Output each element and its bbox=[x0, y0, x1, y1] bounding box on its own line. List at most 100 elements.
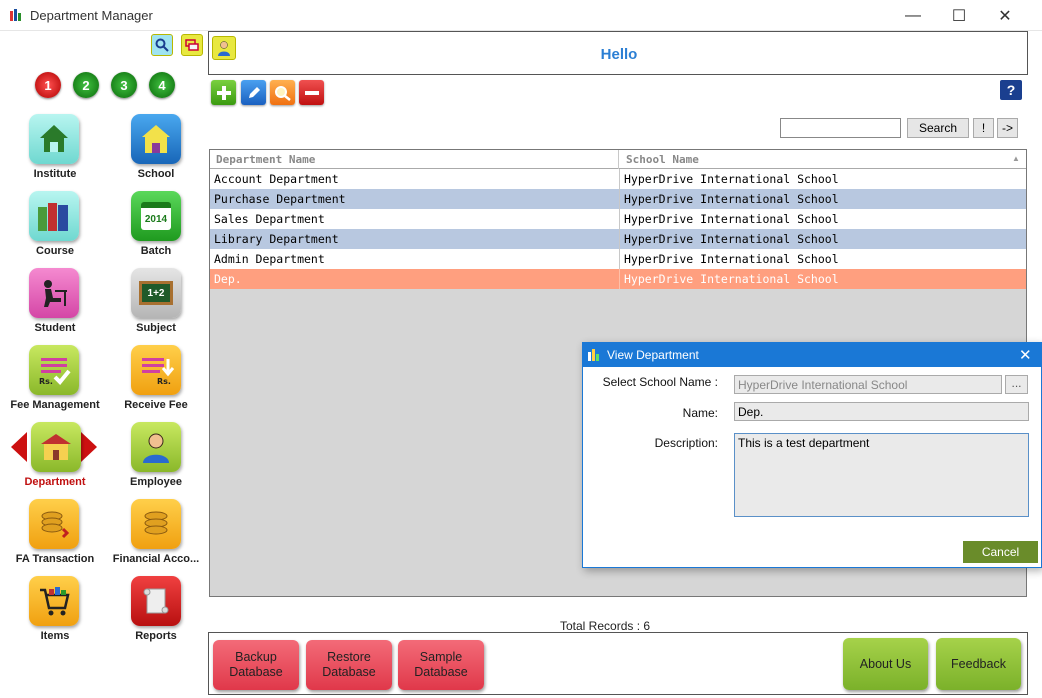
table-row[interactable]: Sales Department HyperDrive Internationa… bbox=[210, 209, 1026, 229]
cell-school: HyperDrive International School bbox=[624, 192, 839, 206]
close-button[interactable]: ✕ bbox=[982, 0, 1028, 31]
total-records: Total Records : 6 bbox=[560, 619, 651, 633]
cell-department: Admin Department bbox=[214, 252, 325, 266]
calendar-icon: 2014 bbox=[141, 202, 171, 230]
table-row[interactable]: Account Department HyperDrive Internatio… bbox=[210, 169, 1026, 189]
dialog-app-icon bbox=[588, 349, 602, 361]
step-4-button[interactable]: 4 bbox=[149, 72, 175, 98]
next-arrow-icon[interactable] bbox=[81, 432, 97, 462]
cancel-button[interactable]: Cancel bbox=[963, 541, 1038, 563]
books-icon bbox=[38, 203, 68, 231]
view-button[interactable] bbox=[270, 80, 295, 105]
subject-tile[interactable]: 1+2 bbox=[131, 268, 181, 318]
institute-label: Institute bbox=[33, 168, 77, 180]
dialog-close-button[interactable]: ✕ bbox=[1019, 346, 1032, 364]
fee-management-tile[interactable]: Rs. bbox=[29, 345, 79, 395]
edit-button[interactable] bbox=[241, 80, 266, 105]
minus-icon bbox=[304, 90, 319, 95]
student-tile[interactable] bbox=[29, 268, 79, 318]
help-button[interactable]: ? bbox=[1000, 80, 1022, 100]
search-button[interactable]: Search bbox=[907, 118, 969, 138]
receive-fee-tile[interactable]: Rs. bbox=[131, 345, 181, 395]
plus-icon bbox=[216, 85, 231, 100]
title-bar: Department Manager — ☐ ✕ bbox=[0, 0, 1042, 31]
maximize-button[interactable]: ☐ bbox=[936, 0, 982, 31]
name-label: Name: bbox=[682, 406, 718, 420]
delete-button[interactable] bbox=[299, 80, 324, 105]
view-department-dialog: View Department ✕ Select School Name : H… bbox=[582, 342, 1042, 568]
header-panel: Hello bbox=[208, 31, 1028, 75]
course-tile[interactable] bbox=[29, 191, 79, 241]
search-input[interactable] bbox=[780, 118, 901, 138]
cell-department: Account Department bbox=[214, 172, 339, 186]
course-label: Course bbox=[36, 245, 74, 257]
school-name-label: Select School Name : bbox=[602, 375, 718, 389]
cart-icon bbox=[40, 587, 70, 616]
school-label: School bbox=[137, 168, 175, 180]
table-row[interactable]: Admin Department HyperDrive Internationa… bbox=[210, 249, 1026, 269]
search-icon[interactable] bbox=[151, 34, 173, 56]
feedback-button[interactable]: Feedback bbox=[936, 638, 1021, 690]
batch-label: Batch bbox=[140, 245, 172, 257]
name-field[interactable]: Dep. bbox=[734, 402, 1029, 421]
column-header-school[interactable]: School Name bbox=[620, 150, 1020, 169]
reports-tile[interactable] bbox=[131, 576, 181, 626]
browse-school-button[interactable]: ... bbox=[1005, 375, 1028, 394]
department-label: Department bbox=[24, 476, 86, 488]
windows-icon[interactable] bbox=[181, 34, 203, 56]
employee-tile[interactable] bbox=[131, 422, 181, 472]
dialog-title: View Department bbox=[607, 348, 699, 362]
employee-icon bbox=[143, 433, 169, 463]
coins-icon bbox=[41, 511, 70, 539]
step-1-button[interactable]: 1 bbox=[35, 72, 61, 98]
fa-transaction-tile[interactable] bbox=[29, 499, 79, 549]
cell-department: Purchase Department bbox=[214, 192, 346, 206]
pencil-icon bbox=[248, 86, 260, 98]
svg-text:Rs.: Rs. bbox=[157, 377, 171, 386]
reports-label: Reports bbox=[135, 630, 177, 642]
add-button[interactable] bbox=[211, 80, 236, 105]
school-tile[interactable] bbox=[131, 114, 181, 164]
prev-arrow-icon[interactable] bbox=[11, 432, 27, 462]
scroll-icon bbox=[143, 588, 169, 614]
minimize-button[interactable]: — bbox=[890, 0, 936, 31]
student-label: Student bbox=[34, 322, 76, 334]
table-row[interactable]: Purchase Department HyperDrive Internati… bbox=[210, 189, 1026, 209]
magnifier-icon bbox=[274, 85, 291, 101]
blackboard-icon: 1+2 bbox=[139, 281, 173, 305]
about-us-button[interactable]: About Us bbox=[843, 638, 928, 690]
fa-transaction-label: FA Transaction bbox=[15, 553, 95, 565]
cell-school: HyperDrive International School bbox=[624, 212, 839, 226]
cell-school: HyperDrive International School bbox=[624, 272, 839, 286]
financial-accounts-label: Financial Acco... bbox=[112, 553, 200, 565]
table-row[interactable]: Library Department HyperDrive Internatio… bbox=[210, 229, 1026, 249]
cell-department: Dep. bbox=[214, 272, 242, 286]
financial-accounts-tile[interactable] bbox=[131, 499, 181, 549]
backup-database-button[interactable]: Backup Database bbox=[213, 640, 299, 690]
batch-tile[interactable]: 2014 bbox=[131, 191, 181, 241]
step-2-button[interactable]: 2 bbox=[73, 72, 99, 98]
sort-arrow-icon: ▲ bbox=[1012, 154, 1020, 163]
description-label: Description: bbox=[654, 436, 718, 450]
description-field[interactable]: This is a test department bbox=[734, 433, 1029, 517]
cell-department: Sales Department bbox=[214, 212, 325, 226]
items-tile[interactable] bbox=[29, 576, 79, 626]
greeting-text: Hello bbox=[600, 46, 638, 63]
cell-school: HyperDrive International School bbox=[624, 232, 839, 246]
next-search-button[interactable]: -> bbox=[997, 118, 1018, 138]
column-header-department[interactable]: Department Name bbox=[210, 150, 619, 169]
fee-check-icon: Rs. bbox=[39, 358, 71, 386]
sample-database-button[interactable]: Sample Database bbox=[398, 640, 484, 690]
step-3-button[interactable]: 3 bbox=[111, 72, 137, 98]
school-name-field[interactable]: HyperDrive International School bbox=[734, 375, 1002, 394]
exact-search-button[interactable]: ! bbox=[973, 118, 994, 138]
cell-department: Library Department bbox=[214, 232, 339, 246]
restore-database-button[interactable]: Restore Database bbox=[306, 640, 392, 690]
table-row-selected[interactable]: Dep. HyperDrive International School bbox=[210, 269, 1026, 289]
cell-school: HyperDrive International School bbox=[624, 252, 839, 266]
institute-tile[interactable] bbox=[29, 114, 79, 164]
receive-fee-label: Receive Fee bbox=[124, 399, 188, 411]
department-tile[interactable] bbox=[31, 422, 81, 472]
svg-text:Rs.: Rs. bbox=[39, 377, 53, 386]
fee-management-label: Fee Management bbox=[10, 399, 100, 411]
